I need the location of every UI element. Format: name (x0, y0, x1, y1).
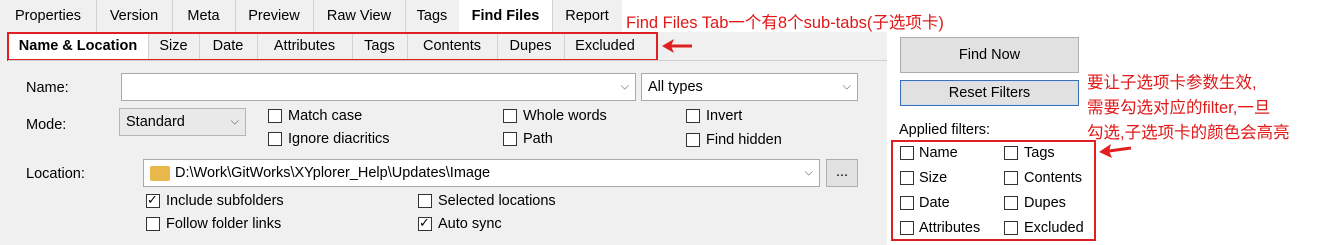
include-subfolders-checkbox[interactable] (146, 192, 160, 208)
invert-label: Invert (706, 108, 743, 124)
filter-size-label: Size (919, 170, 948, 186)
ignore-diacritics-checkbox[interactable] (268, 132, 282, 146)
name-label: Name: (26, 80, 69, 96)
filter-tags-label: Tags (1024, 145, 1055, 161)
tab-meta[interactable]: Meta (172, 0, 236, 32)
type-combobox[interactable]: All types ⌵ (641, 73, 858, 101)
match-case-label: Match case (288, 108, 363, 124)
filter-contents-checkbox[interactable] (1004, 171, 1018, 185)
follow-folder-links-label: Follow folder links (166, 216, 282, 232)
divider (8, 60, 887, 61)
filter-date-label: Date (919, 195, 950, 211)
match-case-checkbox[interactable] (268, 109, 282, 123)
auto-sync-label: Auto sync (438, 216, 502, 232)
location-combobox[interactable]: D:\Work\GitWorks\XYplorer_Help\Updates\I… (143, 159, 820, 187)
path-label: Path (523, 131, 553, 147)
tab-preview[interactable]: Preview (235, 0, 314, 32)
selected-locations-label: Selected locations (438, 193, 556, 209)
auto-sync-checkbox[interactable] (418, 215, 432, 231)
chevron-down-icon[interactable]: ⌵ (621, 81, 629, 94)
filter-name-label: Name (919, 145, 958, 161)
tab-raw-view[interactable]: Raw View (313, 0, 406, 32)
main-tab-strip: Properties Version Meta Preview Raw View… (0, 0, 623, 33)
chevron-down-icon[interactable]: ⌵ (843, 81, 851, 94)
chevron-down-icon[interactable]: ⌵ (231, 116, 239, 129)
mode-select[interactable]: Standard ⌵ (119, 108, 246, 136)
tab-report[interactable]: Report (552, 0, 623, 32)
annotation-tab-note: Find Files Tab一个有8个sub-tabs(子选项卡) (626, 14, 944, 32)
filter-date-checkbox[interactable] (900, 196, 914, 210)
invert-checkbox[interactable] (686, 109, 700, 123)
filter-name-checkbox[interactable] (900, 146, 914, 160)
filter-size-checkbox[interactable] (900, 171, 914, 185)
location-value: D:\Work\GitWorks\XYplorer_Help\Updates\I… (175, 165, 491, 181)
browse-button[interactable]: ... (826, 159, 858, 187)
whole-words-checkbox[interactable] (503, 109, 517, 123)
chevron-down-icon[interactable]: ⌵ (805, 167, 813, 180)
type-value: All types (648, 79, 703, 95)
subtabs-highlight-box (7, 32, 658, 61)
find-now-button[interactable]: Find Now (900, 37, 1079, 73)
include-subfolders-label: Include subfolders (166, 193, 284, 209)
tab-version[interactable]: Version (96, 0, 173, 32)
selected-locations-checkbox[interactable] (418, 194, 432, 208)
arrow-left-icon (662, 39, 692, 53)
filter-attributes-label: Attributes (919, 220, 981, 236)
tab-properties[interactable]: Properties (0, 0, 97, 32)
applied-filters-title: Applied filters: (899, 122, 991, 138)
filter-dupes-checkbox[interactable] (1004, 196, 1018, 210)
find-hidden-label: Find hidden (706, 132, 782, 148)
location-label: Location: (26, 166, 85, 182)
path-checkbox[interactable] (503, 132, 517, 146)
folder-icon (150, 166, 170, 181)
find-hidden-checkbox[interactable] (686, 133, 700, 147)
filter-tags-checkbox[interactable] (1004, 146, 1018, 160)
annotation-filter-note-1: 要让子选项卡参数生效, (1087, 74, 1257, 92)
tab-find-files[interactable]: Find Files (459, 0, 553, 33)
mode-label: Mode: (26, 117, 67, 133)
arrow-left-icon (1099, 144, 1132, 158)
filter-excluded-checkbox[interactable] (1004, 221, 1018, 235)
mode-value: Standard (126, 114, 185, 130)
tab-tags[interactable]: Tags (405, 0, 460, 32)
name-combobox[interactable]: ⌵ (121, 73, 636, 101)
filter-attributes-checkbox[interactable] (900, 221, 914, 235)
annotation-filter-note-2: 需要勾选对应的filter,一旦 (1087, 99, 1271, 117)
filter-excluded-label: Excluded (1024, 220, 1084, 236)
whole-words-label: Whole words (523, 108, 607, 124)
reset-filters-button[interactable]: Reset Filters (900, 80, 1079, 106)
filter-contents-label: Contents (1024, 170, 1083, 186)
filter-dupes-label: Dupes (1024, 195, 1066, 211)
follow-folder-links-checkbox[interactable] (146, 217, 160, 231)
ignore-diacritics-label: Ignore diacritics (288, 131, 390, 147)
